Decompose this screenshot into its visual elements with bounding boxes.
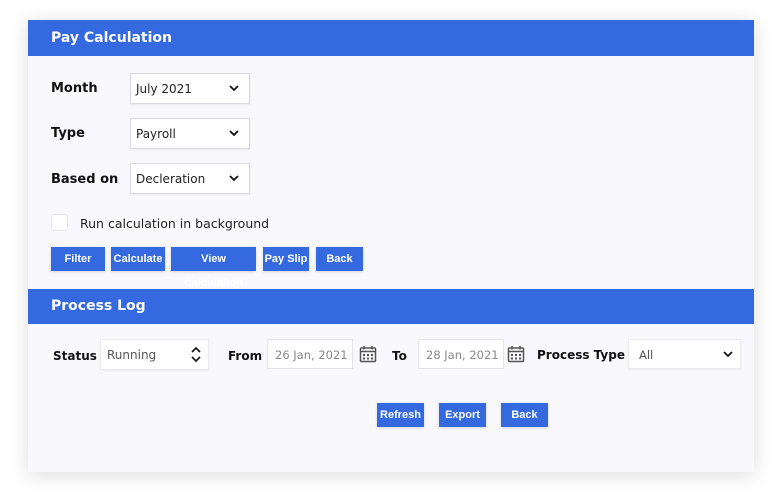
process-log-title: Process Log [51, 298, 146, 314]
view-calculation-button[interactable]: View Calculation [171, 247, 256, 289]
calendar-icon[interactable] [359, 345, 377, 368]
type-label: Type [51, 126, 85, 141]
process-type-value: All [639, 348, 654, 362]
background-checkbox-label: Run calculation in background [80, 216, 270, 231]
chevron-down-icon [229, 175, 239, 182]
type-select-value: Payroll [136, 127, 176, 141]
chevron-down-icon [229, 85, 239, 92]
background-checkbox[interactable] [51, 214, 68, 231]
calculate-button[interactable]: Calculate [111, 247, 165, 271]
status-select[interactable]: Running [100, 339, 209, 370]
process-type-select[interactable]: All [628, 339, 741, 369]
calendar-icon[interactable] [507, 345, 525, 368]
from-date-input[interactable]: 26 Jan, 2021 [267, 339, 353, 369]
based-on-select[interactable]: Decleration [130, 163, 250, 194]
from-label: From [228, 349, 263, 363]
pay-calculation-title: Pay Calculation [51, 30, 173, 46]
to-date-input[interactable]: 28 Jan, 2021 [418, 339, 504, 369]
chevron-down-icon [723, 351, 733, 358]
export-button[interactable]: Export [439, 403, 486, 427]
month-select[interactable]: July 2021 [130, 73, 250, 104]
log-back-button[interactable]: Back [501, 403, 548, 427]
updown-chevron-icon [191, 347, 201, 362]
filter-button[interactable]: Filter [51, 247, 105, 271]
pay-calculation-card: Pay Calculation Month July 2021 Type Pay… [28, 20, 754, 472]
pay-calculation-header: Pay Calculation [28, 20, 754, 56]
based-on-label: Based on [51, 172, 119, 187]
pay-slip-button[interactable]: Pay Slip [263, 247, 309, 271]
month-label: Month [51, 81, 98, 96]
process-type-label: Process Type [537, 348, 625, 362]
to-label: To [392, 349, 407, 363]
month-select-value: July 2021 [136, 82, 192, 96]
back-button[interactable]: Back [316, 247, 363, 271]
status-select-value: Running [107, 348, 157, 362]
refresh-button[interactable]: Refresh [377, 403, 424, 427]
chevron-down-icon [229, 130, 239, 137]
type-select[interactable]: Payroll [130, 118, 250, 149]
process-log-header: Process Log [28, 289, 754, 324]
based-on-select-value: Decleration [136, 172, 206, 186]
from-date-value: 26 Jan, 2021 [275, 348, 348, 362]
status-label: Status [53, 349, 97, 363]
to-date-value: 28 Jan, 2021 [426, 348, 499, 362]
